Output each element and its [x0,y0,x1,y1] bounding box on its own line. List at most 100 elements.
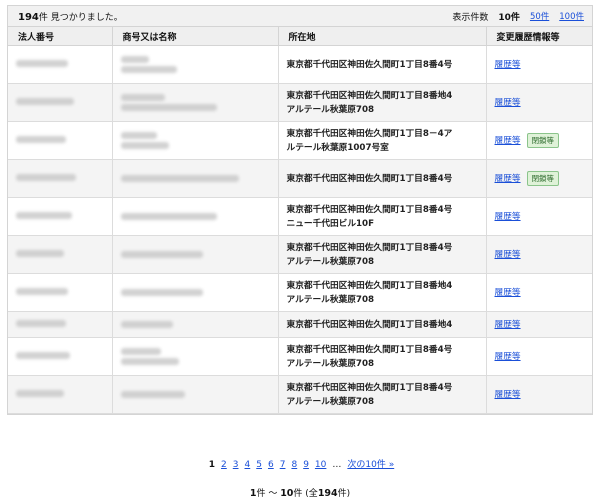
per-page-label: 表示件数 [452,12,489,23]
history-cell: 履歴等 [486,311,592,338]
address-text: 東京都千代田区神田佐久間町1丁目8番4号 アルテール秋葉原708 [286,382,453,407]
address-text: 東京都千代田区神田佐久間町1丁目8番地4 アルテール秋葉原708 [286,90,453,115]
history-link[interactable]: 履歴等 [495,390,521,400]
redacted-corporate-number [16,287,68,295]
corporate-number-cell [8,337,113,376]
page-link[interactable]: 7 [280,460,286,470]
name-cell [112,273,279,312]
address-text: 東京都千代田区神田佐久間町1丁目8番4号 [286,173,453,184]
page-link[interactable]: 6 [268,460,274,470]
results-topbar: 194件 見つかりました。 表示件数 10件 50件 100件 [8,6,592,26]
history-link[interactable]: 履歴等 [495,250,521,260]
address-cell: 東京都千代田区神田佐久間町1丁目8番4号 [278,159,487,198]
address-cell: 東京都千代田区神田佐久間町1丁目8番地4 アルテール秋葉原708 [278,83,487,122]
redacted-corporate-number [16,173,76,181]
table-row: 東京都千代田区神田佐久間町1丁目8番4号 ニュー千代田ビル10F 履歴等 [8,197,592,236]
history-cell: 履歴等 閉鎖等 [486,159,592,198]
range-total: 194 [317,488,338,499]
per-page-50-link[interactable]: 50件 [530,10,549,22]
corporate-number-cell [8,45,113,84]
page-link[interactable]: 3 [233,460,239,470]
history-link[interactable]: 履歴等 [495,320,521,330]
results-table: 法人番号 商号又は名称 所在地 変更履歴情報等 東京都千代田区神田佐久間町1丁目… [8,26,592,414]
address-text: 東京都千代田区神田佐久間町1丁目8番地4 アルテール秋葉原708 [286,280,453,305]
redacted-corporate-number [16,97,74,105]
pagination: 1 2 3 4 5 6 7 8 9 10 … 次の10件 » [0,457,600,470]
address-cell: 東京都千代田区神田佐久間町1丁目8番4号 ニュー千代田ビル10F [278,197,487,236]
redacted-name [120,175,239,182]
name-cell [112,159,279,198]
column-header-corporate-number: 法人番号 [8,26,113,46]
table-row: 東京都千代田区神田佐久間町1丁目8番4号 アルテール秋葉原708 履歴等 [8,337,592,376]
address-text: 東京都千代田区神田佐久間町1丁目8番地4 [286,319,453,330]
page-link[interactable]: 2 [221,460,227,470]
redacted-name [120,142,169,149]
history-link[interactable]: 履歴等 [495,212,521,222]
redacted-corporate-number [16,249,64,257]
page-link[interactable]: 8 [291,460,297,470]
address-cell: 東京都千代田区神田佐久間町1丁目8番4号 アルテール秋葉原708 [278,337,487,376]
redacted-name [120,94,165,101]
closed-badge: 閉鎖等 [526,133,560,148]
history-cell: 履歴等 閉鎖等 [486,121,592,160]
corporate-number-cell [8,83,113,122]
name-cell [112,121,279,160]
history-link[interactable]: 履歴等 [495,288,521,298]
corporate-number-cell [8,159,113,198]
corporate-number-cell [8,311,113,338]
corporate-number-cell [8,273,113,312]
address-cell: 東京都千代田区神田佐久間町1丁目8－4ア ルテール秋葉原1007号室 [278,121,487,160]
history-link[interactable]: 履歴等 [495,352,521,362]
page-current: 1 [208,460,216,470]
table-row: 東京都千代田区神田佐久間町1丁目8番地4 アルテール秋葉原708 履歴等 [8,273,592,312]
table-row: 東京都千代田区神田佐久間町1丁目8－4ア ルテール秋葉原1007号室 履歴等 閉鎖等 [8,121,592,160]
history-link[interactable]: 履歴等 [495,174,521,184]
address-cell: 東京都千代田区神田佐久間町1丁目8番地4 アルテール秋葉原708 [278,273,487,312]
redacted-name [120,321,173,328]
history-link[interactable]: 履歴等 [495,60,521,70]
table-row: 東京都千代田区神田佐久間町1丁目8番4号 履歴等 [8,45,592,84]
corporate-number-cell [8,197,113,236]
history-link[interactable]: 履歴等 [495,98,521,108]
history-link[interactable]: 履歴等 [495,136,521,146]
name-cell [112,197,279,236]
redacted-name [120,289,203,296]
address-text: 東京都千代田区神田佐久間町1丁目8番4号 アルテール秋葉原708 [286,242,453,267]
range-total-open: (全 [302,489,318,499]
redacted-name [120,251,203,258]
page-link[interactable]: 5 [256,460,262,470]
redacted-name [120,391,185,398]
redacted-corporate-number [16,59,68,67]
history-cell: 履歴等 [486,45,592,84]
column-header-history: 変更履歴情報等 [486,26,592,46]
page-link[interactable]: 4 [245,460,251,470]
column-header-name: 商号又は名称 [112,26,279,46]
range-separator: ～ [265,489,281,499]
redacted-name [120,358,179,365]
next-10-link[interactable]: 次の10件 » [347,460,394,470]
redacted-corporate-number [16,389,64,397]
page-link[interactable]: 9 [303,460,309,470]
name-cell [112,375,279,414]
table-row: 東京都千代田区神田佐久間町1丁目8番4号 履歴等 閉鎖等 [8,159,592,198]
name-cell [112,311,279,338]
history-cell: 履歴等 [486,337,592,376]
address-cell: 東京都千代田区神田佐久間町1丁目8番地4 [278,311,487,338]
table-row: 東京都千代田区神田佐久間町1丁目8番地4 アルテール秋葉原708 履歴等 [8,83,592,122]
name-cell [112,45,279,84]
name-cell [112,337,279,376]
redacted-name [120,56,149,63]
corporate-number-cell [8,121,113,160]
address-text: 東京都千代田区神田佐久間町1丁目8－4ア ルテール秋葉原1007号室 [286,128,453,153]
page-link[interactable]: 10 [315,460,326,470]
address-text: 東京都千代田区神田佐久間町1丁目8番4号 ニュー千代田ビル10F [286,204,453,229]
corporate-number-cell [8,375,113,414]
result-count-number: 194 [18,11,39,23]
address-cell: 東京都千代田区神田佐久間町1丁目8番4号 アルテール秋葉原708 [278,235,487,274]
table-row: 東京都千代田区神田佐久間町1丁目8番4号 アルテール秋葉原708 履歴等 [8,375,592,414]
column-header-address: 所在地 [278,26,487,46]
range-total-close: 件) [337,489,351,499]
table-row: 東京都千代田区神田佐久間町1丁目8番地4 履歴等 [8,311,592,338]
result-count-suffix: 件 見つかりました。 [38,12,123,23]
per-page-100-link[interactable]: 100件 [559,10,584,22]
